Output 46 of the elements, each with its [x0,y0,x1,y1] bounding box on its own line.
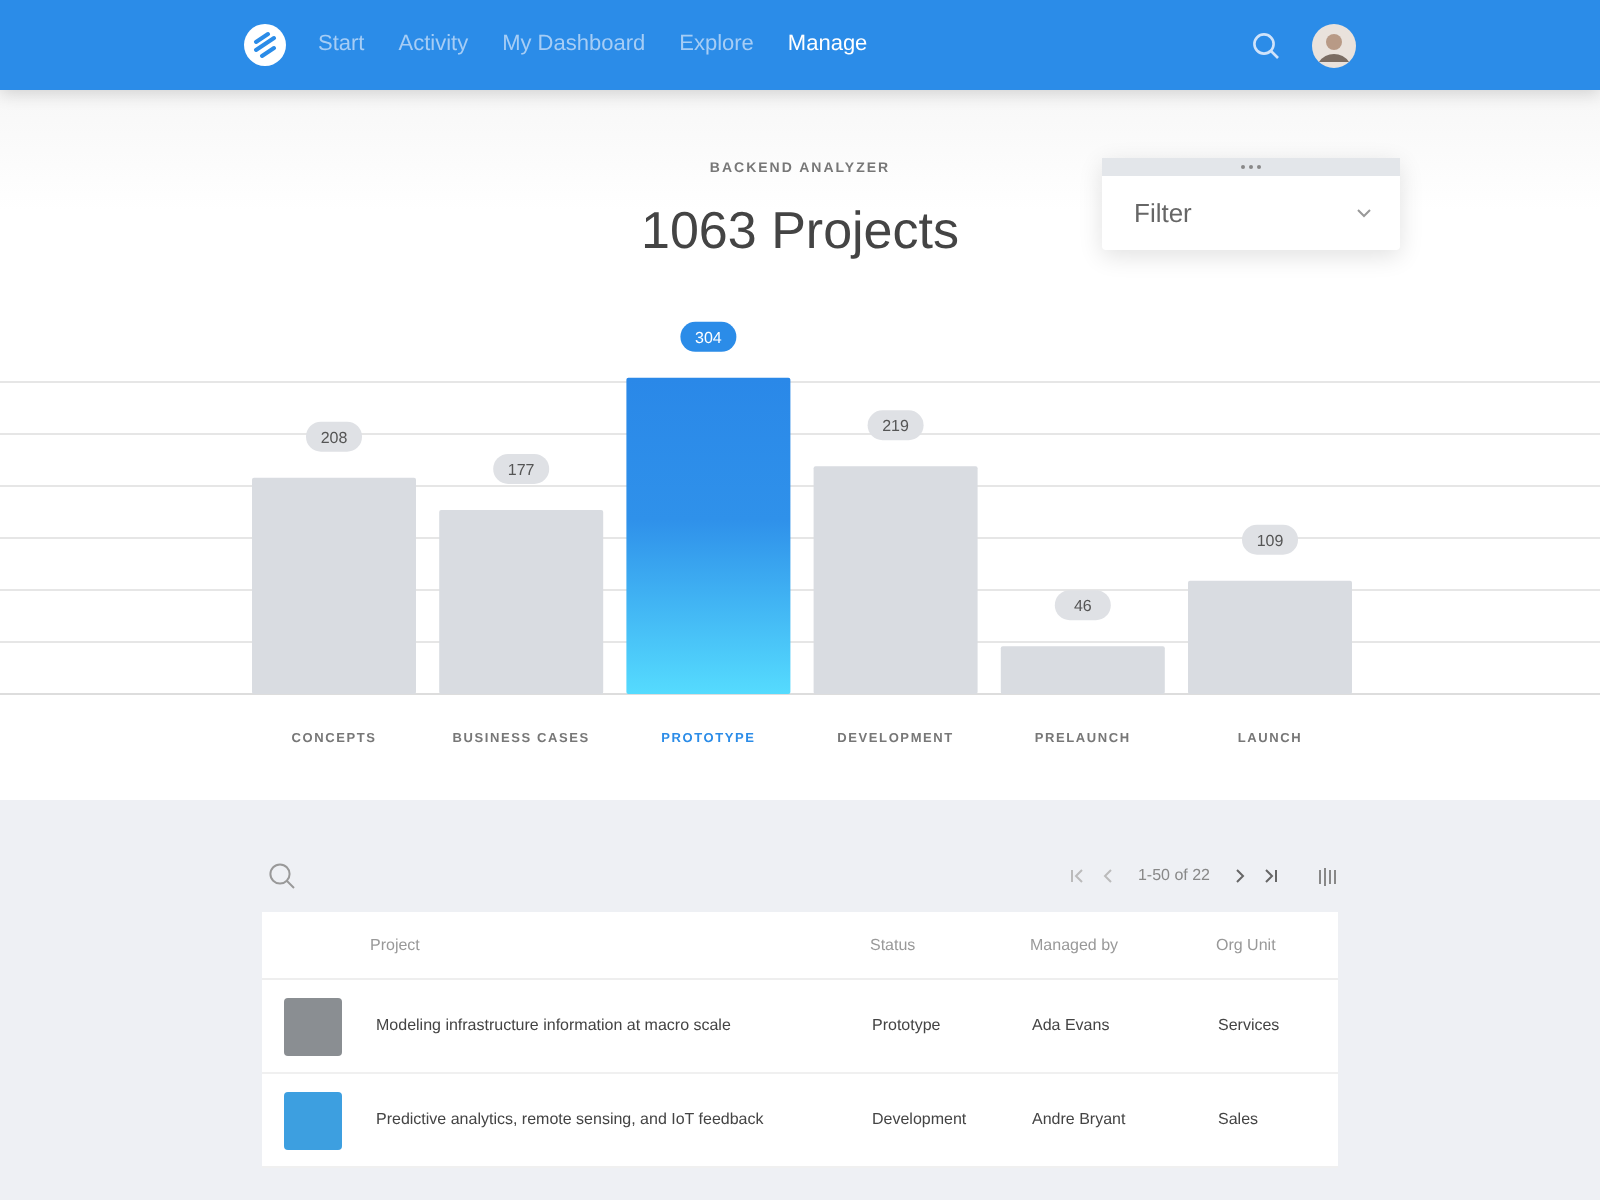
table-cell-text: Ada Evans [1032,1014,1112,1038]
chevron-down-icon[interactable] [1356,208,1372,218]
data-label: 208 [320,428,349,447]
logo-icon[interactable] [244,24,286,66]
data-label: 177 [507,460,536,479]
data-label: 109 [1256,531,1285,550]
table-cell-text: Modeling infrastructure information at macro scale [376,1014,733,1038]
previous-page-icon[interactable] [1101,868,1114,884]
photo-placeholder [284,1091,342,1149]
value-label: 304 [680,321,737,352]
nav-link[interactable]: Start [318,28,365,62]
nav-link[interactable]: Manage [787,28,868,62]
column-header: Status [870,933,918,957]
column-header: Org Unit [1216,933,1278,957]
nav-link[interactable]: My Dashboard [502,28,646,62]
value-label: 177 [493,453,550,484]
data-label: 46 [1073,597,1093,616]
drag-handle-icon[interactable] [1240,164,1262,170]
table-cell-text: Prototype [872,1014,943,1038]
column-header: Managed by [1030,933,1121,957]
page-range: 1-50 of 22 [1137,864,1210,888]
nav-link[interactable]: Explore [679,28,754,62]
value-label: 208 [306,421,362,452]
table-cell-text: Predictive analytics, remote sensing, and IoT feedback [376,1108,766,1132]
search-icon[interactable] [268,862,296,890]
value-label: 109 [1242,524,1298,555]
data-label: 219 [882,417,911,436]
next-page-icon[interactable] [1234,868,1246,884]
data-label: 304 [695,328,723,347]
table-cell: Sales [1218,1108,1259,1132]
bar[interactable] [626,377,791,694]
avatar-icon[interactable] [1312,23,1356,67]
photo-placeholder [284,997,342,1055]
last-page-icon[interactable] [1262,868,1278,884]
value-label: 219 [867,410,924,441]
filter-field[interactable]: Filter [1130,191,1330,235]
nav-link[interactable]: Activity [398,28,469,62]
page-title: 1063 Projects [641,198,959,264]
first-page-icon[interactable] [1069,868,1086,884]
columns-icon[interactable] [1318,867,1338,885]
search-icon[interactable] [1252,31,1280,59]
value-label: 46 [1054,590,1111,621]
table-cell-text: Development [872,1108,969,1132]
table-cell-text: Andre Bryant [1032,1108,1128,1132]
column-header: Project [368,933,422,957]
table-cell: Services [1218,1014,1280,1038]
